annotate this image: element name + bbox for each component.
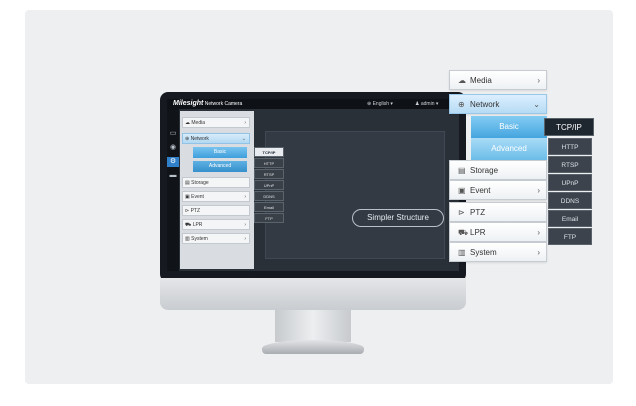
protocol-rtsp[interactable]: RTSP bbox=[254, 169, 284, 179]
system-icon: ▥ bbox=[458, 248, 466, 257]
settings-menu: ☁ Media › ⊕ Network ⌄ Basic Advanced ▤ Sto… bbox=[180, 111, 254, 269]
menu-item-event[interactable]: ▣ Event › bbox=[182, 191, 250, 202]
protocol-http[interactable]: HTTP bbox=[254, 158, 284, 168]
menu-item-system[interactable]: ▥ System › bbox=[182, 233, 250, 244]
monitor-icon[interactable]: ▭ bbox=[167, 129, 179, 139]
menu-item-media[interactable]: ☁ Media › bbox=[182, 117, 250, 128]
content-panel bbox=[265, 131, 445, 259]
monitor-screen: Milesight Network Camera ⊕ English ▾ ♟ a… bbox=[167, 99, 459, 271]
playback-icon[interactable]: ◉ bbox=[167, 143, 179, 153]
user-menu[interactable]: ♟ admin ▾ bbox=[415, 99, 438, 109]
submenu-advanced[interactable]: Advanced bbox=[193, 161, 247, 172]
menu-item-storage[interactable]: ▤ Storage bbox=[182, 177, 250, 188]
protocol-ddns[interactable]: DDNS bbox=[254, 191, 284, 201]
ptz-icon: ⊳ bbox=[458, 208, 465, 217]
settings-icon[interactable]: ⚙ bbox=[167, 157, 179, 167]
zoom-menu-storage[interactable]: ▤ Storage bbox=[449, 160, 547, 180]
menu-item-ptz[interactable]: ⊳ PTZ bbox=[182, 205, 250, 216]
menu-item-lpr[interactable]: ⛟ LPR › bbox=[182, 219, 250, 230]
top-bar: Milesight Network Camera ⊕ English ▾ ♟ a… bbox=[167, 99, 459, 109]
language-selector[interactable]: ⊕ English ▾ bbox=[367, 99, 393, 109]
simpler-structure-callout: Simpler Structure bbox=[352, 209, 444, 227]
protocol-tcpip[interactable]: TCP/IP bbox=[254, 147, 284, 157]
submenu-basic[interactable]: Basic bbox=[193, 147, 247, 158]
zoom-protocol-ddns[interactable]: DDNS bbox=[548, 192, 592, 209]
zoom-menu-lpr[interactable]: ⛟ LPR › bbox=[449, 222, 547, 242]
folder-icon[interactable]: ▬ bbox=[167, 171, 179, 181]
zoom-protocol-upnp[interactable]: UPnP bbox=[548, 174, 592, 191]
zoom-protocol-http[interactable]: HTTP bbox=[548, 138, 592, 155]
zoom-menu-event[interactable]: ▣ Event › bbox=[449, 180, 547, 200]
zoom-submenu-basic[interactable]: Basic bbox=[471, 116, 547, 138]
brand-logo: Milesight Network Camera bbox=[173, 100, 243, 107]
car-icon: ⛟ bbox=[185, 222, 193, 228]
side-rail: ▭ ◉ ⚙ ▬ bbox=[167, 109, 179, 271]
monitor-stand-base bbox=[262, 340, 364, 354]
protocol-upnp[interactable]: UPnP bbox=[254, 180, 284, 190]
protocol-email[interactable]: Email bbox=[254, 202, 284, 212]
car-icon: ⛟ bbox=[458, 228, 469, 237]
zoom-menu-ptz[interactable]: ⊳ PTZ bbox=[449, 202, 547, 222]
globe-icon: ⊕ bbox=[458, 100, 465, 109]
zoom-protocol-tcpip[interactable]: TCP/IP bbox=[544, 118, 594, 136]
zoom-menu-system[interactable]: ▥ System › bbox=[449, 242, 547, 262]
zoom-protocol-ftp[interactable]: FTP bbox=[548, 228, 592, 245]
zoom-protocol-email[interactable]: Email bbox=[548, 210, 592, 227]
cloud-icon: ☁ bbox=[458, 76, 466, 85]
protocol-ftp[interactable]: FTP bbox=[254, 213, 284, 223]
zoom-protocol-rtsp[interactable]: RTSP bbox=[548, 156, 592, 173]
zoom-menu-media[interactable]: ☁ Media › bbox=[449, 70, 547, 90]
storage-icon: ▤ bbox=[458, 166, 466, 175]
zoom-submenu-advanced[interactable]: Advanced bbox=[471, 138, 547, 160]
zoom-menu-network[interactable]: ⊕ Network ⌄ bbox=[449, 94, 547, 114]
monitor-stand-neck bbox=[275, 310, 351, 342]
monitor-chin bbox=[160, 278, 466, 310]
menu-item-network[interactable]: ⊕ Network ⌄ bbox=[182, 133, 250, 144]
event-icon: ▣ bbox=[458, 186, 466, 195]
